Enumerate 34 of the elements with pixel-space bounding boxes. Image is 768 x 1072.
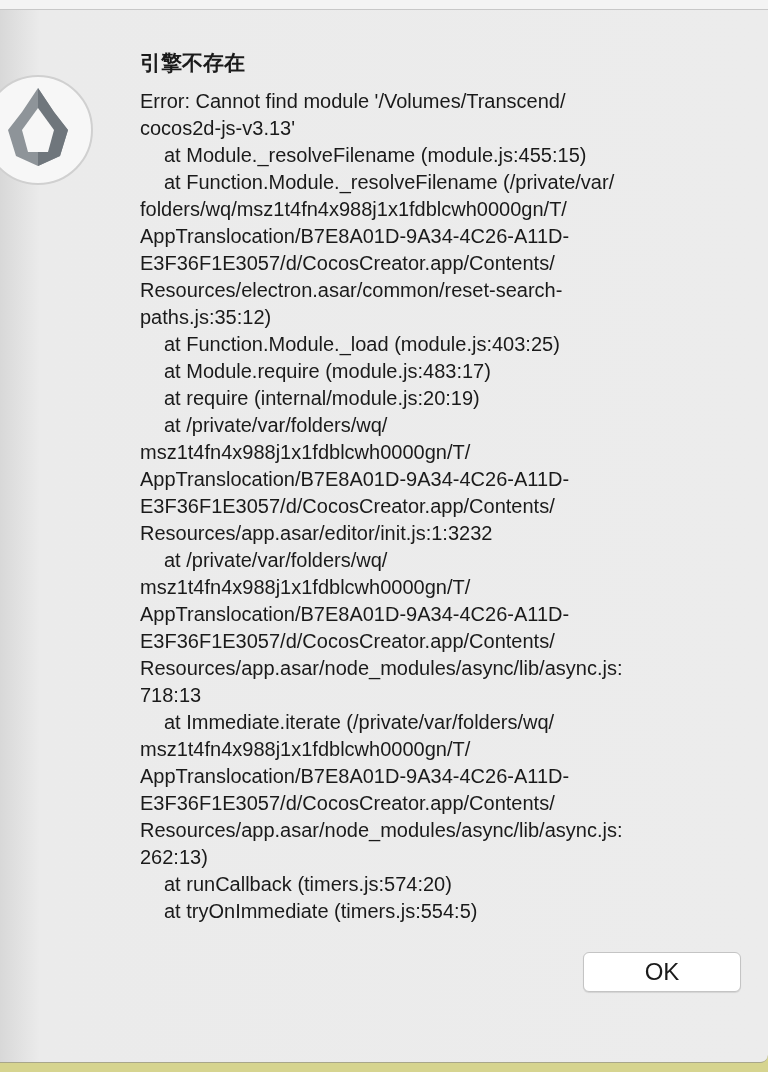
error-message-line: 262:13) (140, 845, 209, 870)
error-message-line: E3F36F1E3057/d/CocosCreator.app/Contents/ (140, 494, 556, 519)
error-message-line: AppTranslocation/B7E8A01D-9A34-4C26-A11D- (140, 764, 571, 789)
error-message-line: paths.js:35:12) (140, 305, 273, 330)
error-message-line: at /private/var/folders/wq/ (163, 548, 389, 573)
error-message-line: AppTranslocation/B7E8A01D-9A34-4C26-A11D- (140, 602, 571, 627)
error-message-line: E3F36F1E3057/d/CocosCreator.app/Contents/ (140, 251, 556, 276)
error-message-line: msz1t4fn4x988j1x1fdblcwh0000gn/T/ (140, 440, 472, 465)
error-message-line: E3F36F1E3057/d/CocosCreator.app/Contents/ (140, 629, 556, 654)
error-message-line: at runCallback (timers.js:574:20) (163, 872, 453, 897)
error-message-line: at Immediate.iterate (/private/var/folders/wq/ (163, 710, 556, 735)
error-message-line: msz1t4fn4x988j1x1fdblcwh0000gn/T/ (140, 575, 472, 600)
error-message-line: Resources/app.asar/node_modules/async/lib/async.js: (140, 656, 624, 682)
error-message-line: Resources/app.asar/editor/init.js:1:3232 (140, 521, 494, 546)
error-message-line: cocos2d-js-v3.13' (140, 116, 296, 141)
ok-button[interactable]: OK (583, 952, 741, 992)
error-message-line: Resources/electron.asar/common/reset-search- (140, 278, 564, 303)
error-message-line: at Function.Module._resolveFilename (/private/var/ (163, 170, 616, 196)
error-message-line: at Module.require (module.js:483:17) (163, 359, 492, 384)
error-message-line: 718:13 (140, 683, 203, 708)
error-message-line: AppTranslocation/B7E8A01D-9A34-4C26-A11D- (140, 224, 571, 249)
error-message-line: folders/wq/msz1t4fn4x988j1x1fdblcwh0000gn/T/ (140, 197, 568, 222)
error-message-line: at tryOnImmediate (timers.js:554:5) (163, 899, 479, 924)
error-message-line: Error: Cannot find module '/Volumes/Transcend/ (140, 89, 567, 114)
error-message-line: Resources/app.asar/node_modules/async/lib/async.js: (140, 818, 624, 844)
error-message-line: msz1t4fn4x988j1x1fdblcwh0000gn/T/ (140, 737, 472, 762)
error-message-line: at Function.Module._load (module.js:403:25) (163, 332, 561, 358)
error-message-line: AppTranslocation/B7E8A01D-9A34-4C26-A11D- (140, 467, 571, 492)
dialog-title: 引擎不存在 (140, 50, 246, 77)
error-message-line: at require (internal/module.js:20:19) (163, 386, 481, 411)
app-logo-icon (0, 74, 94, 186)
error-message-line: at /private/var/folders/wq/ (163, 413, 389, 438)
error-message-line: E3F36F1E3057/d/CocosCreator.app/Contents/ (140, 791, 556, 816)
error-message-line: at Module._resolveFilename (module.js:455:15) (163, 143, 588, 169)
